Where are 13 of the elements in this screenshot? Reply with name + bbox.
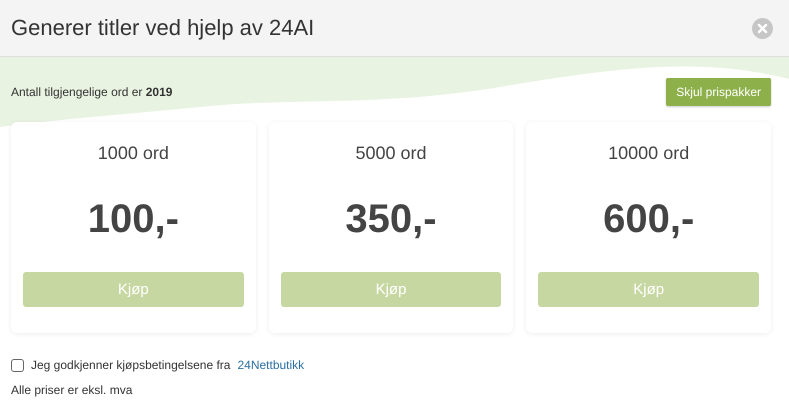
package-price: 600,- bbox=[603, 197, 694, 242]
terms-link[interactable]: 24Nettbutikk bbox=[237, 358, 304, 372]
package-price: 350,- bbox=[345, 197, 437, 242]
package-title: 5000 ord bbox=[355, 143, 427, 164]
available-words-text: Antall tilgjengelige ord er 2019 bbox=[11, 85, 172, 99]
terms-checkbox[interactable] bbox=[11, 358, 24, 372]
vat-note: Alle priser er eksl. mva bbox=[11, 383, 134, 397]
hide-packages-button[interactable]: Skjul prispakker bbox=[666, 78, 771, 106]
package-price: 100,- bbox=[88, 197, 179, 242]
package-title: 10000 ord bbox=[608, 143, 690, 164]
window-title: Generer titler ved hjelp av 24AI bbox=[11, 15, 314, 41]
terms-label: Jeg godkjenner kjøpsbetingelsene fra bbox=[31, 358, 230, 372]
package-title: 1000 ord bbox=[98, 143, 169, 164]
